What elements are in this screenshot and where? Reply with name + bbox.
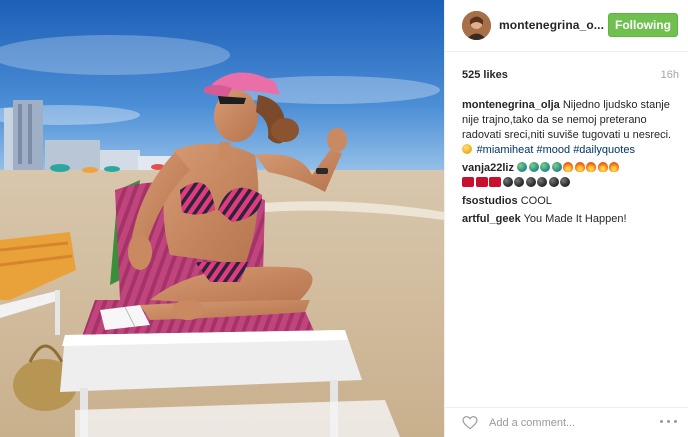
caption-comment: montenegrina_olja Nijedno ljudsko stanje…: [462, 98, 680, 158]
post-header: montenegrina_o... Following: [445, 0, 688, 52]
post-timestamp[interactable]: 16h: [661, 69, 679, 81]
bomb-emoji-icon: [548, 177, 559, 187]
post-side-panel: montenegrina_o... Following 525 likes 16…: [444, 0, 688, 437]
comment-text: You Made It Happen!: [523, 213, 627, 225]
bomb-emoji-icon: [514, 177, 524, 187]
bomb-emoji-icon: [502, 177, 513, 187]
hashtag-link[interactable]: #mood: [536, 144, 570, 156]
heart-icon[interactable]: [462, 416, 478, 430]
likes-count[interactable]: 525 likes: [462, 69, 508, 81]
fire-emoji-icon: [574, 162, 585, 172]
beach-photo-illustration: [0, 0, 444, 437]
comment-username[interactable]: artful_geek: [462, 213, 521, 225]
post-author-username[interactable]: montenegrina_o...: [499, 18, 604, 32]
globe-emoji-icon: [517, 162, 528, 172]
profile-avatar[interactable]: [462, 11, 491, 40]
fire-emoji-icon: [609, 162, 620, 172]
comment-username[interactable]: vanja22liz: [462, 162, 514, 174]
fire-emoji-icon: [597, 162, 608, 172]
badge-emoji-icon: [489, 177, 501, 187]
bomb-emoji-icon: [560, 177, 570, 187]
hashtag-link[interactable]: #dailyquotes: [573, 144, 635, 156]
bomb-emoji-icon: [525, 177, 536, 187]
more-options-icon[interactable]: [660, 418, 680, 426]
following-button[interactable]: Following: [608, 13, 678, 37]
fire-emoji-icon: [586, 162, 597, 172]
globe-emoji-icon: [540, 162, 551, 172]
globe-emoji-icon: [551, 162, 562, 172]
comment-input[interactable]: [489, 415, 639, 431]
hashtag-link[interactable]: #miamiheat: [477, 144, 534, 156]
list-item: vanja22liz: [462, 161, 680, 191]
comments-list: montenegrina_olja Nijedno ljudsko stanje…: [462, 98, 680, 230]
badge-emoji-icon: [462, 177, 474, 187]
globe-emoji-icon: [528, 162, 539, 172]
list-item: fsostudios COOL: [462, 194, 680, 209]
confused-face-emoji-icon: [462, 144, 472, 154]
comment-composer: [445, 407, 688, 437]
list-item: artful_geek You Made It Happen!: [462, 212, 680, 227]
badge-emoji-icon: [475, 177, 488, 187]
post-photo[interactable]: [0, 0, 444, 437]
fire-emoji-icon: [563, 162, 574, 172]
comment-username[interactable]: fsostudios: [462, 195, 518, 207]
bomb-emoji-icon: [537, 177, 547, 187]
comment-text: COOL: [520, 195, 552, 207]
comment-username[interactable]: montenegrina_olja: [462, 99, 560, 111]
